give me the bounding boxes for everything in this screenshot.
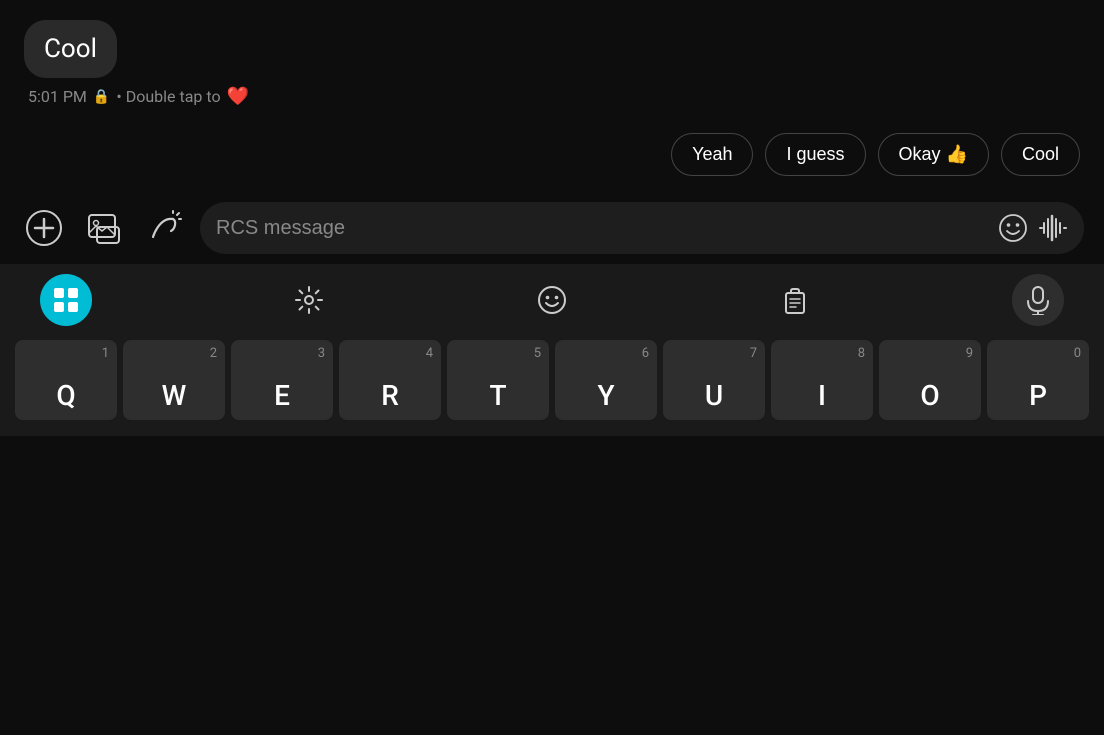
key-r[interactable]: 4R [339, 340, 441, 420]
message-input[interactable] [216, 217, 988, 240]
keyboard-toolbar [0, 264, 1104, 336]
message-text: Cool [44, 34, 97, 64]
message-input-container[interactable] [200, 202, 1084, 254]
keyboard-mic-button[interactable] [1012, 274, 1064, 326]
keyboard-apps-button[interactable] [40, 274, 92, 326]
message-bubble: Cool [24, 20, 117, 78]
key-w[interactable]: 2W [123, 340, 225, 420]
key-p[interactable]: 0P [987, 340, 1089, 420]
emoji-button[interactable] [998, 213, 1028, 243]
keyboard-row-1: 1Q 2W 3E 4R 5T 6Y 7U 8I 9O 0P [6, 340, 1098, 420]
key-i[interactable]: 8I [771, 340, 873, 420]
keyboard-emoji-button[interactable] [526, 274, 578, 326]
key-u[interactable]: 7U [663, 340, 765, 420]
keyboard-settings-button[interactable] [283, 274, 335, 326]
quick-reply-yeah[interactable]: Yeah [671, 133, 753, 176]
quick-reply-iguess[interactable]: I guess [765, 133, 865, 176]
message-time: 5:01 PM [28, 87, 87, 106]
keyboard: 1Q 2W 3E 4R 5T 6Y 7U 8I 9O 0P [0, 336, 1104, 436]
add-attachment-button[interactable] [20, 204, 68, 252]
key-t[interactable]: 5T [447, 340, 549, 420]
key-e[interactable]: 3E [231, 340, 333, 420]
key-y[interactable]: 6Y [555, 340, 657, 420]
gallery-button[interactable] [80, 204, 128, 252]
heart-icon: ❤️ [227, 86, 249, 107]
magic-compose-button[interactable] [140, 204, 188, 252]
message-area: Cool 5:01 PM 🔒 • Double tap to ❤️ [0, 0, 1104, 117]
quick-reply-okay[interactable]: Okay 👍 [878, 133, 989, 176]
key-q[interactable]: 1Q [15, 340, 117, 420]
key-o[interactable]: 9O [879, 340, 981, 420]
keyboard-clipboard-button[interactable] [769, 274, 821, 326]
input-row [0, 192, 1104, 264]
quick-replies-row: Yeah I guess Okay 👍 Cool [0, 117, 1104, 192]
lock-icon: 🔒 [93, 89, 110, 105]
voice-input-button[interactable] [1038, 213, 1068, 243]
double-tap-text: • Double tap to [116, 87, 220, 106]
message-meta: 5:01 PM 🔒 • Double tap to ❤️ [28, 86, 1080, 107]
quick-reply-cool[interactable]: Cool [1001, 133, 1080, 176]
